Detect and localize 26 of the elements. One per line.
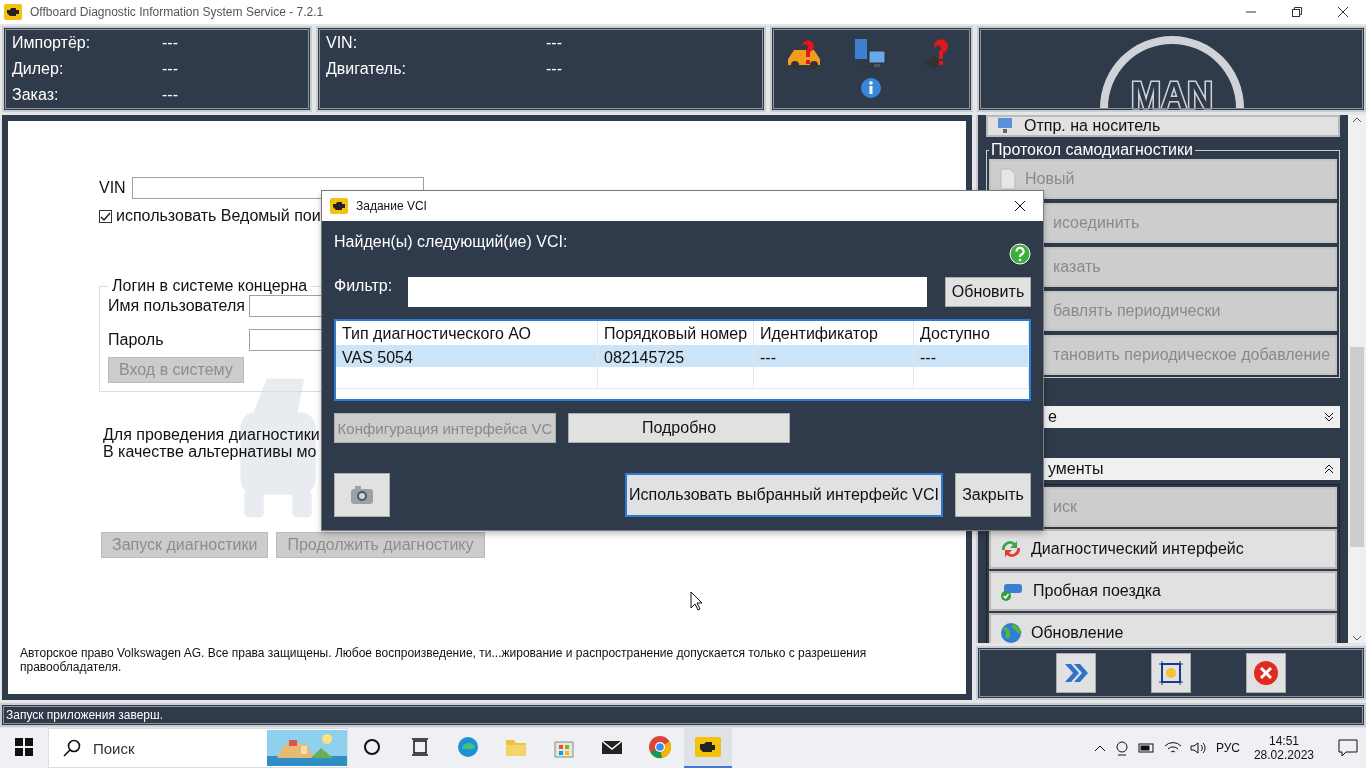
vin-label: VIN bbox=[99, 179, 126, 197]
info-label: Заказ: bbox=[12, 86, 60, 104]
time-text: 14:51 bbox=[1268, 734, 1299, 748]
group-title: Протокол самодиагностики bbox=[990, 141, 1194, 159]
info-value: --- bbox=[162, 60, 179, 78]
info-label: VIN: bbox=[326, 34, 359, 52]
info-value: --- bbox=[546, 34, 563, 52]
filter-label: Фильтр: bbox=[334, 277, 393, 295]
info-text: Для проведения диагностики bbox=[103, 426, 320, 443]
dialog-heading: Найден(ы) следующий(ие) VCI: bbox=[334, 233, 568, 251]
date-text: 28.02.2023 bbox=[1253, 748, 1314, 762]
info-label: Двигатель: bbox=[326, 60, 407, 78]
info-value: --- bbox=[546, 60, 563, 78]
info-label: Дилер: bbox=[12, 60, 65, 78]
info-text: В качестве альтернативы мо bbox=[103, 443, 318, 460]
status-text: Запуск приложения заверш. bbox=[6, 708, 163, 722]
field-label: Пароль bbox=[108, 331, 165, 349]
info-label: Импортёр: bbox=[12, 34, 92, 52]
checkbox-label: использовать Ведомый пои bbox=[116, 207, 321, 225]
copyright-text: Авторское право Volkswagen AG. Все права защищены. Любое воспроизведение, ти...жирование и распространение допускается только с разрешения правообладателя. bbox=[20, 646, 868, 674]
window-title: Offboard Diagnostic Information System Service - 7.2.1 bbox=[30, 5, 325, 19]
group-title: Логин в системе концерна bbox=[111, 277, 309, 295]
info-value: --- bbox=[162, 86, 179, 104]
dialog-title: Задание VCI bbox=[356, 199, 428, 213]
info-value: --- bbox=[162, 34, 179, 52]
field-label: Имя пользователя bbox=[108, 297, 245, 315]
